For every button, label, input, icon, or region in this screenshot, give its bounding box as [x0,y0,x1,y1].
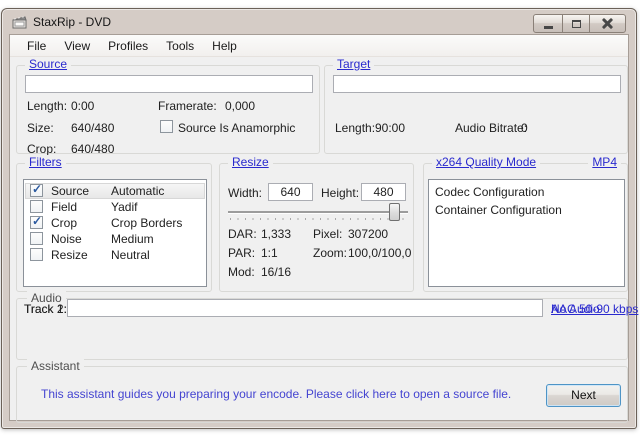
filters-rows: Source Automatic Field Yadif Crop Crop B… [25,181,205,285]
source-length-label: Length: [27,99,68,113]
dar-value: 1,333 [261,227,292,241]
source-size-label: Size: [27,121,54,135]
filter-name: Noise [51,232,82,246]
app-window: StaxRip - DVD File View Profiles Tools Help … [1,8,638,429]
menu-item-profiles[interactable]: Profiles [99,36,157,56]
filter-value: Neutral [111,248,150,262]
target-length-value: 90:00 [375,121,406,135]
filter-checkbox[interactable] [30,182,43,197]
filter-value: Automatic [111,184,165,198]
minimize-icon [543,26,553,29]
maximize-button[interactable] [562,14,590,33]
audio-rows: Track 1: AAC 50-90 kbps Track 2: No Audi… [17,299,638,359]
filter-checkbox[interactable] [30,248,43,261]
content: Source Length: 0:00 Framerate: 0,000 Siz… [10,57,638,423]
maximize-icon [571,19,581,28]
framerate-value: 0,000 [225,99,256,113]
pixel-value: 307200 [348,227,389,241]
filter-name: Crop [51,216,78,230]
track2-profile-link[interactable]: No Audio [551,302,600,316]
codec-mode-link[interactable]: x264 Quality Mode [432,155,541,169]
target-link[interactable]: Target [333,57,375,71]
height-input[interactable] [361,183,406,201]
menu-item-help[interactable]: Help [203,36,246,56]
close-button[interactable] [589,14,626,33]
filter-row-field[interactable]: Field Yadif [25,199,205,215]
assistant-panel: Assistant This assistant guides you prep… [16,359,628,423]
par-label: PAR: [228,246,256,260]
resize-link[interactable]: Resize [228,155,273,169]
menu-item-tools[interactable]: Tools [157,36,203,56]
anamorphic-label: Source Is Anamorphic [178,121,296,135]
source-panel: Source Length: 0:00 Framerate: 0,000 Siz… [16,57,320,156]
source-crop-value: 640/480 [71,142,115,156]
resize-slider-track[interactable] [228,211,408,213]
target-length-label: Length: [335,121,376,135]
container-format-link[interactable]: MP4 [588,155,621,169]
filter-value: Medium [111,232,154,246]
width-label: Width: [228,186,263,200]
next-button[interactable]: Next [546,384,621,407]
resize-panel: Resize Width: Height: DAR: 1,333 Pixel: … [219,155,414,292]
assistant-message[interactable]: This assistant guides you preparing your… [41,387,511,401]
filter-name: Field [51,200,78,214]
audio-panel: Audio Track 1: AAC 50-90 kbps Track 2: N… [16,291,638,360]
filter-name: Resize [51,248,88,262]
source-length-value: 0:00 [71,99,95,113]
assistant-caption: Assistant [27,359,84,373]
mod-label: Mod: [228,265,255,279]
filter-value: Yadif [111,200,138,214]
pixel-label: Pixel: [313,227,343,241]
resize-slider[interactable] [228,202,408,228]
mod-value: 16/16 [261,265,292,279]
menu-item-file[interactable]: File [18,36,55,56]
config-list-item[interactable]: Container Configuration [429,201,624,219]
filter-checkbox[interactable] [30,232,43,245]
anamorphic-checkbox[interactable] [160,120,173,133]
par-value: 1:1 [261,246,278,260]
source-link[interactable]: Source [25,57,72,71]
track-input[interactable] [67,299,543,317]
source-size-value: 640/480 [71,121,115,135]
zoom-label: Zoom: [313,246,348,260]
target-input[interactable] [333,75,621,93]
filters-listbox: Source Automatic Field Yadif Crop Crop B… [23,179,207,287]
width-input[interactable] [268,183,313,201]
source-crop-label: Crop: [27,142,57,156]
minimize-button[interactable] [533,14,563,33]
client-area: File View Profiles Tools Help Source Length:… [9,34,638,423]
filter-name: Source [51,184,90,198]
source-input[interactable] [25,75,313,93]
filter-checkbox[interactable] [30,214,43,229]
codec-panel: x264 Quality Mode MP4 Codec Configuratio… [423,155,628,292]
filter-row-source[interactable]: Source Automatic [25,182,205,199]
menu-item-view[interactable]: View [55,36,99,56]
audio-bitrate-label: Audio Bitrate: [455,121,528,135]
framerate-label: Framerate: [158,99,217,113]
close-icon [602,18,613,29]
target-panel: Target Length: 90:00 Audio Bitrate: 0 [324,57,628,154]
resize-slider-thumb[interactable] [389,203,401,221]
audio-track-row: Track 2: No Audio [17,299,627,319]
app-icon [12,16,27,29]
audio-bitrate-value: 0 [521,121,528,135]
height-label: Height: [321,186,360,200]
filters-panel: Filters Source Automatic Field Yadif [16,155,212,292]
window-controls [533,14,626,33]
filter-value: Crop Borders [111,216,183,230]
zoom-value: 100,0/100,0 [348,246,412,260]
resize-slider-ticks [230,218,408,220]
filter-row-crop[interactable]: Crop Crop Borders [25,214,205,231]
filters-link[interactable]: Filters [25,155,66,169]
window-title: StaxRip - DVD [33,15,112,29]
filter-row-noise[interactable]: Noise Medium [25,231,205,247]
menu-bar: File View Profiles Tools Help [10,35,628,57]
filter-row-resize[interactable]: Resize Neutral [25,247,205,263]
filter-checkbox[interactable] [30,200,43,213]
config-list-item[interactable]: Codec Configuration [429,183,624,201]
dar-label: DAR: [228,227,257,241]
titlebar[interactable]: StaxRip - DVD [2,9,636,34]
track-label: Track 2: [24,302,67,316]
codec-listbox: Codec Configuration Container Configurati… [428,179,625,287]
